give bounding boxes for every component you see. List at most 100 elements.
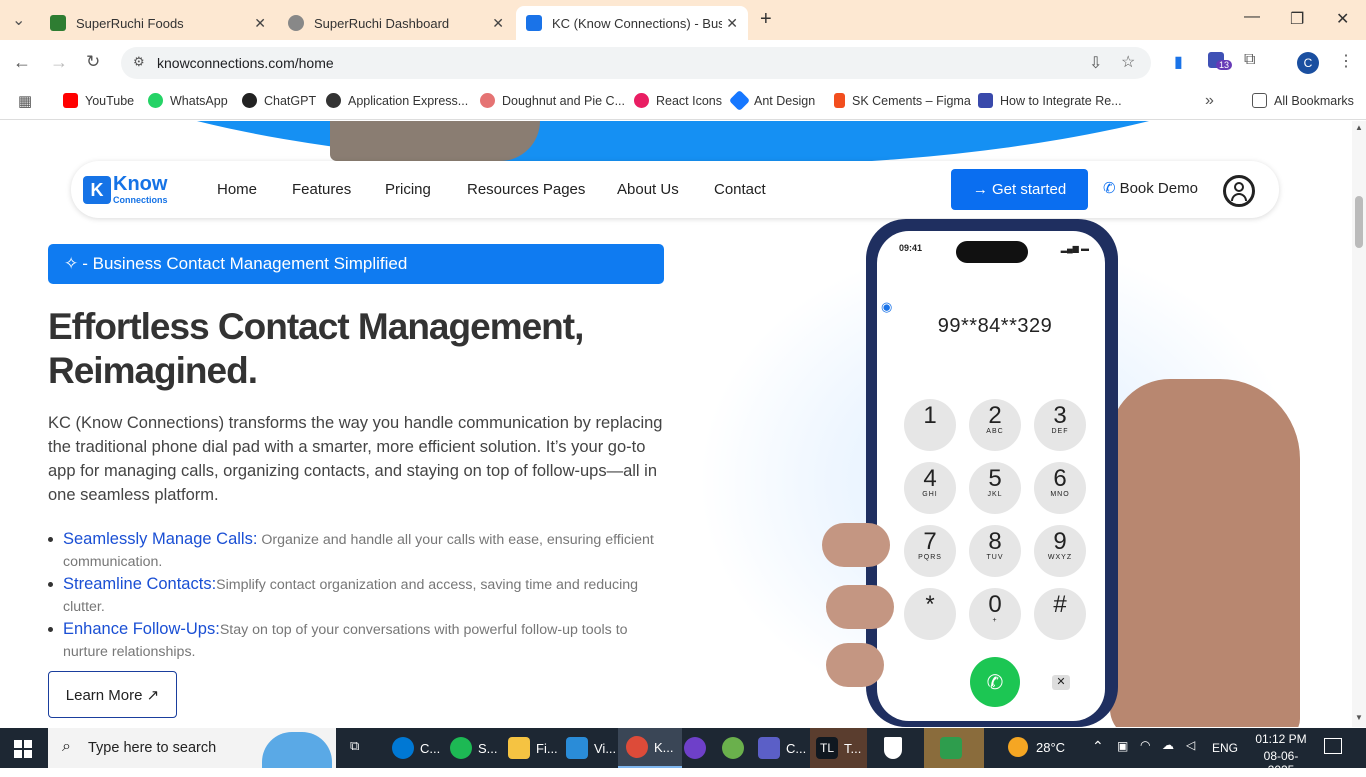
- dial-key[interactable]: 7 PQRS: [904, 525, 956, 577]
- delete-icon[interactable]: ✕: [1052, 675, 1070, 690]
- notifications-icon[interactable]: [1324, 738, 1342, 754]
- youtube-icon: [63, 93, 78, 108]
- taskbar-app-chrome[interactable]: K...: [618, 728, 682, 768]
- window-close-icon[interactable]: ✕: [1336, 9, 1349, 29]
- taskbar-app-vscode[interactable]: Vi...: [566, 737, 616, 759]
- taskbar-search-input[interactable]: ⌕ Type here to search: [48, 728, 336, 768]
- scrollbar-thumb[interactable]: [1355, 196, 1363, 248]
- dial-key[interactable]: *: [904, 588, 956, 640]
- dial-key[interactable]: 4 GHI: [904, 462, 956, 514]
- bookmark-react-icons[interactable]: React Icons: [634, 93, 722, 108]
- site-logo[interactable]: K Know Connections: [83, 173, 183, 206]
- bookmark-chatgpt[interactable]: ChatGPT: [242, 93, 316, 108]
- dial-key[interactable]: 5 JKL: [969, 462, 1021, 514]
- bullet-title[interactable]: Streamline Contacts:: [63, 575, 216, 593]
- bookmark-label: React Icons: [656, 93, 723, 108]
- dial-key[interactable]: 3 DEF: [1034, 399, 1086, 451]
- nav-contact[interactable]: Contact: [714, 181, 766, 198]
- call-button[interactable]: ✆: [970, 657, 1020, 707]
- bookmark-doughnut-pie[interactable]: Doughnut and Pie C...: [480, 93, 625, 108]
- nav-about[interactable]: About Us: [617, 181, 679, 198]
- install-icon[interactable]: ⇩: [1089, 53, 1102, 73]
- dial-key-letters: JKL: [987, 491, 1003, 498]
- cloud-icon[interactable]: ☁: [1162, 738, 1174, 752]
- bullet-title[interactable]: Enhance Follow-Ups:: [63, 620, 220, 638]
- taskbar-app-spotify[interactable]: S...: [450, 737, 498, 759]
- nav-features[interactable]: Features: [292, 181, 351, 198]
- dial-key[interactable]: 2 ABC: [969, 399, 1021, 451]
- site-info-icon[interactable]: ⚙: [133, 54, 145, 70]
- dial-key[interactable]: 6 MNO: [1034, 462, 1086, 514]
- minimize-icon[interactable]: —: [1244, 8, 1260, 26]
- bookmark-integrate[interactable]: How to Integrate Re...: [978, 93, 1122, 108]
- page-scrollbar[interactable]: ▲ ▼: [1352, 121, 1366, 727]
- taskbar-app-edge[interactable]: C...: [392, 737, 440, 759]
- volume-icon[interactable]: ◁: [1186, 738, 1195, 752]
- tab-superruchi-dashboard[interactable]: SuperRuchi Dashboard ✕: [278, 6, 514, 40]
- taskbar-app-teams[interactable]: C...: [758, 737, 806, 759]
- user-account-icon[interactable]: [1223, 175, 1255, 207]
- clock[interactable]: 01:12 PM 08-06-2025: [1252, 732, 1310, 777]
- nav-pricing[interactable]: Pricing: [385, 181, 431, 198]
- dial-key[interactable]: #: [1034, 588, 1086, 640]
- tab-know-connections[interactable]: KC (Know Connections) - Busine ✕: [516, 6, 748, 40]
- reload-icon[interactable]: ↻: [86, 52, 100, 72]
- close-icon[interactable]: ✕: [726, 15, 738, 32]
- new-tab-icon[interactable]: +: [760, 8, 772, 31]
- all-bookmarks[interactable]: All Bookmarks: [1252, 93, 1354, 108]
- bookmark-star-icon[interactable]: ☆: [1121, 52, 1135, 72]
- menu-icon[interactable]: ⋮: [1338, 51, 1354, 71]
- bookmark-youtube[interactable]: YouTube: [63, 93, 134, 108]
- extension-badge-icon[interactable]: 13: [1208, 52, 1233, 74]
- bullet-title[interactable]: Seamlessly Manage Calls:: [63, 530, 257, 548]
- web-page: K Know Connections Home Features Pricing…: [0, 121, 1352, 727]
- taskbar-app-tl[interactable]: TL T...: [810, 728, 868, 768]
- phone-icon: ✆: [1103, 180, 1116, 197]
- forward-icon[interactable]: →: [50, 52, 68, 73]
- dial-key[interactable]: 1: [904, 399, 956, 451]
- tab-superruchi-foods[interactable]: SuperRuchi Foods ✕: [40, 6, 276, 40]
- windows-start-icon[interactable]: [14, 740, 32, 758]
- taskbar-app-explorer[interactable]: Fi...: [508, 737, 558, 759]
- taskbar-app-sync[interactable]: [924, 728, 984, 768]
- profile-avatar[interactable]: C: [1297, 52, 1319, 74]
- dial-key[interactable]: 9 WXYZ: [1034, 525, 1086, 577]
- tray-chevron-icon[interactable]: ⌃: [1092, 738, 1104, 755]
- apps-grid-icon[interactable]: ▦: [18, 92, 32, 110]
- task-view-icon[interactable]: ⧉: [350, 738, 359, 754]
- language-indicator[interactable]: ENG: [1212, 741, 1238, 755]
- tray-device-icon[interactable]: ▣: [1117, 739, 1128, 753]
- more-bookmarks-icon[interactable]: »: [1205, 92, 1214, 110]
- bookmark-label: Ant Design: [754, 93, 816, 108]
- close-icon[interactable]: ✕: [254, 15, 266, 32]
- bookmark-whatsapp[interactable]: WhatsApp: [148, 93, 228, 108]
- dial-key[interactable]: 0 +: [969, 588, 1021, 640]
- nav-home[interactable]: Home: [217, 181, 257, 198]
- wifi-icon[interactable]: ◠: [1140, 738, 1150, 752]
- dial-key[interactable]: 8 TUV: [969, 525, 1021, 577]
- puzzle-icon[interactable]: ⧉: [1244, 51, 1255, 69]
- bookmark-ant-design[interactable]: Ant Design: [728, 89, 816, 112]
- taskbar-app-security[interactable]: [884, 737, 908, 759]
- pie-icon: [480, 93, 495, 108]
- bookmark-application-express[interactable]: Application Express...: [326, 93, 468, 108]
- phone-time: 09:41: [899, 243, 923, 253]
- figma-icon: [834, 93, 845, 108]
- favicon-icon: [50, 15, 66, 31]
- phone-screen: 09:41 ▂▄▆ ▬ ◉ 99**84**329 1 2 ABC 3 DEF 4 GHI 5…: [877, 231, 1105, 721]
- taskbar-app-github[interactable]: [684, 737, 712, 759]
- tab-search-icon[interactable]: ⌄: [12, 10, 25, 30]
- book-demo-button[interactable]: ✆ Book Demo: [1103, 179, 1198, 198]
- close-icon[interactable]: ✕: [492, 15, 504, 32]
- weather-temp[interactable]: 28°C: [1036, 740, 1065, 755]
- bookmark-figma[interactable]: SK Cements – Figma: [834, 93, 971, 108]
- taskbar-app-spring[interactable]: [722, 737, 750, 759]
- nav-resources[interactable]: Resources Pages: [467, 181, 585, 198]
- address-bar[interactable]: ⚙ knowconnections.com/home ⇩ ☆: [121, 47, 1151, 79]
- learn-more-button[interactable]: Learn More ↗: [48, 671, 177, 718]
- get-started-button[interactable]: → Get started: [951, 169, 1088, 210]
- back-icon[interactable]: ←: [13, 52, 31, 73]
- extension-icon[interactable]: ▮: [1174, 52, 1183, 72]
- maximize-icon[interactable]: ❐: [1290, 9, 1304, 29]
- weather-icon[interactable]: [1008, 737, 1028, 757]
